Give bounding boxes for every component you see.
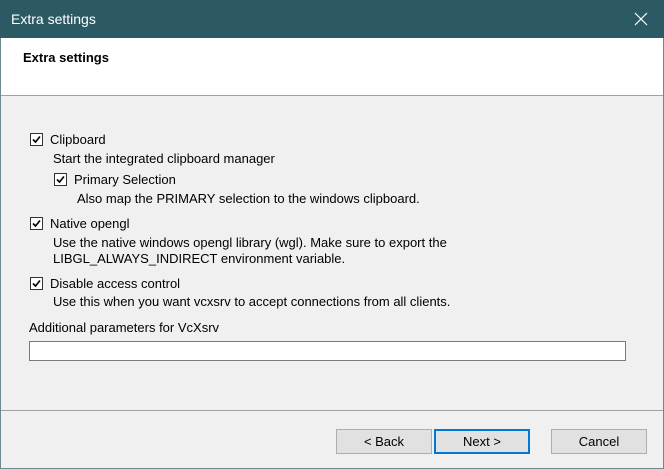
checkbox-box[interactable] bbox=[30, 217, 43, 230]
checkmark-icon bbox=[32, 279, 41, 288]
checkmark-icon bbox=[56, 175, 65, 184]
primary-selection-description: Also map the PRIMARY selection to the wi… bbox=[77, 191, 420, 206]
dialog-window: Extra settings Extra settings Clipboard … bbox=[0, 0, 664, 469]
clipboard-description: Start the integrated clipboard manager bbox=[53, 151, 275, 166]
primary-selection-checkbox[interactable]: Primary Selection bbox=[54, 172, 176, 187]
clipboard-checkbox[interactable]: Clipboard bbox=[30, 132, 106, 147]
close-icon bbox=[634, 12, 648, 26]
native-opengl-description-line1: Use the native windows opengl library (w… bbox=[53, 235, 447, 250]
cancel-button[interactable]: Cancel bbox=[551, 429, 647, 454]
checkbox-box[interactable] bbox=[30, 277, 43, 290]
window-title: Extra settings bbox=[11, 11, 96, 27]
native-opengl-description-line2: LIBGL_ALWAYS_INDIRECT environment variab… bbox=[53, 251, 346, 266]
disable-access-control-checkbox[interactable]: Disable access control bbox=[30, 276, 180, 291]
disable-access-control-description: Use this when you want vcxsrv to accept … bbox=[53, 294, 451, 309]
footer-separator bbox=[1, 410, 663, 411]
native-opengl-checkbox[interactable]: Native opengl bbox=[30, 216, 130, 231]
checkbox-box[interactable] bbox=[30, 133, 43, 146]
title-bar: Extra settings bbox=[0, 0, 664, 38]
back-button[interactable]: < Back bbox=[336, 429, 432, 454]
additional-parameters-input[interactable] bbox=[29, 341, 626, 361]
clipboard-label: Clipboard bbox=[50, 132, 106, 147]
additional-parameters-label: Additional parameters for VcXsrv bbox=[29, 320, 220, 335]
next-button[interactable]: Next > bbox=[434, 429, 530, 454]
header-panel: Extra settings bbox=[1, 38, 663, 96]
checkbox-box[interactable] bbox=[54, 173, 67, 186]
window-border-left bbox=[0, 38, 1, 469]
page-title: Extra settings bbox=[23, 50, 109, 65]
checkmark-icon bbox=[32, 219, 41, 228]
disable-access-control-label: Disable access control bbox=[50, 276, 181, 291]
primary-selection-label: Primary Selection bbox=[74, 172, 176, 187]
close-button[interactable] bbox=[618, 0, 664, 38]
checkmark-icon bbox=[32, 135, 41, 144]
native-opengl-label: Native opengl bbox=[50, 216, 130, 231]
